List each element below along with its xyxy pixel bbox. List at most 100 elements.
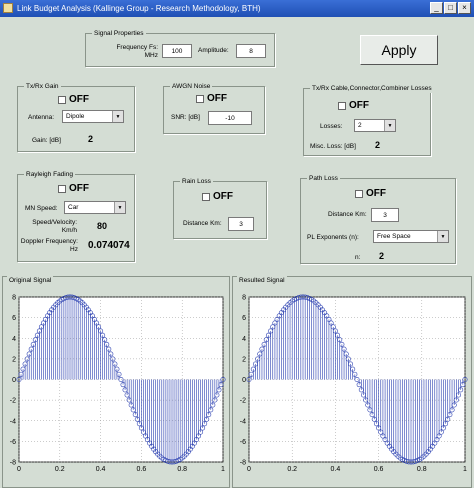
checkbox-icon[interactable] [58,184,66,193]
doppler-label-line1: Doppler Frequency: [20,238,78,245]
misc-loss-label: Misc. Loss: [dB] [310,143,356,150]
y-tick-label: -6 [240,439,246,446]
doppler-value: 0.074074 [88,240,130,251]
maximize-button[interactable]: □ [444,2,457,14]
frequency-input[interactable]: 100 [162,44,192,58]
doppler-label-unit: Hz [70,246,78,253]
y-tick-label: 2 [242,356,246,363]
speed-label-line1: Speed/Velocity: [32,219,77,226]
txrx-gain-toggle[interactable]: OFF [58,94,89,105]
awgn-toggle[interactable]: OFF [196,93,227,104]
signal-properties-title: Signal Properties [92,29,146,38]
pl-exponent-select-value: Free Space [377,233,411,240]
original-signal-panel: Original Signal 8 6 4 2 0 -2 -4 -6 -8 0 0.2 0.4 0.6 0… [2,276,230,488]
signal-properties-panel: Signal Properties Frequency Fs: MHz 100 … [85,29,275,67]
pl-exponent-label: PL Exponents (n): [307,234,359,241]
path-loss-off-label: OFF [366,188,386,199]
pl-exponent-select[interactable]: Free Space ▼ [373,230,449,243]
minimize-button[interactable]: _ [430,2,443,14]
n-value: 2 [379,251,385,261]
y-tick-label: -4 [240,418,246,425]
antenna-select-value: Dipole [66,113,85,120]
snr-input[interactable]: -10 [208,111,252,125]
awgn-off-label: OFF [207,93,227,104]
losses-label: Losses: [320,123,343,130]
x-tick-label: 0.4 [96,466,106,473]
rayleigh-fading-title: Rayleigh Fading [24,170,75,179]
y-tick-label: 0 [242,377,246,384]
amplitude-input[interactable]: 8 [236,44,266,58]
frequency-label-line1: Frequency Fs: [116,44,158,51]
speed-value: 80 [97,221,108,231]
misc-loss-value: 2 [375,140,381,150]
close-button[interactable]: × [458,2,471,14]
x-tick-label: 0.2 [55,466,65,473]
x-tick-label: 1 [463,466,467,473]
rayleigh-toggle[interactable]: OFF [58,183,89,194]
x-tick-label: 0.4 [331,466,341,473]
path-loss-toggle[interactable]: OFF [355,188,386,199]
ms-speed-select-value: Car [68,204,79,211]
rain-distance-input[interactable]: 3 [228,217,254,231]
x-tick-label: 0.6 [137,466,147,473]
x-tick-label: 0.6 [374,466,384,473]
x-tick-label: 0.2 [287,466,297,473]
chevron-down-icon[interactable]: ▼ [112,111,123,122]
window-title: Link Budget Analysis (Kallinge Group - R… [17,4,261,13]
rain-loss-toggle[interactable]: OFF [202,191,233,202]
txrx-gain-title: Tx/Rx Gain [24,82,61,91]
cable-losses-title: Tx/Rx Cable,Connector,Combiner Losses [310,84,434,93]
ms-speed-select[interactable]: Car ▼ [64,201,126,214]
x-tick-label: 1 [221,466,225,473]
txrx-gain-off-label: OFF [69,94,89,105]
snr-label: SNR: [dB] [171,114,200,121]
antenna-select[interactable]: Dipole ▼ [62,110,124,123]
cable-losses-panel: Tx/Rx Cable,Connector,Combiner Losses OF… [303,84,434,156]
chevron-down-icon[interactable]: ▼ [384,120,395,131]
y-tick-label: 8 [12,295,16,302]
original-signal-title: Original Signal [7,276,54,285]
checkbox-icon[interactable] [202,192,210,201]
ms-speed-label: MN Speed: [25,205,58,212]
frequency-label-unit: MHz [144,52,158,59]
checkbox-icon[interactable] [196,94,204,103]
n-label: n: [355,254,361,261]
checkbox-icon[interactable] [338,101,346,110]
speed-label-unit: Km/h [61,227,77,234]
y-tick-label: 0 [12,377,16,384]
y-tick-label: -8 [240,460,246,467]
cable-losses-off-label: OFF [349,100,369,111]
txrx-gain-panel: Tx/Rx Gain OFF Antenna: Dipole ▼ Gain: [… [17,82,135,152]
y-tick-label: -4 [10,418,16,425]
frequency-label: Frequency Fs: MHz [106,44,158,60]
chevron-down-icon[interactable]: ▼ [437,231,448,242]
path-distance-input[interactable]: 3 [371,208,399,222]
original-signal-chart: 86420-2-4-6-80 0.2 0.4 0.6 0.8 1 [10,295,226,473]
rain-distance-label: Distance Km: [183,220,222,227]
y-tick-label: 8 [242,295,246,302]
checkbox-icon[interactable] [58,95,66,104]
rain-loss-title: Rain Loss [180,177,213,186]
losses-select-value: 2 [358,122,362,129]
x-tick-label: 0 [247,466,251,473]
y-tick-label: 4 [242,336,246,343]
awgn-noise-panel: AWGN Noise OFF SNR: [dB] -10 [163,82,265,134]
amplitude-label: Amplitude: [198,47,229,54]
resulted-signal-title: Resulted Signal [237,276,287,285]
cable-losses-toggle[interactable]: OFF [338,100,369,111]
checkbox-icon[interactable] [355,189,363,198]
path-loss-panel: Path Loss OFF Distance Km: 3 PL Exponent… [300,174,456,264]
path-loss-title: Path Loss [307,174,340,183]
antenna-label: Antenna: [28,114,55,121]
y-tick-label: -8 [10,460,16,467]
y-tick-label: 2 [12,356,16,363]
x-tick-label: 0.8 [177,466,187,473]
rayleigh-off-label: OFF [69,183,89,194]
losses-select[interactable]: 2 ▼ [354,119,396,132]
gain-label: Gain: [dB] [32,137,61,144]
y-tick-label: 4 [12,336,16,343]
chevron-down-icon[interactable]: ▼ [114,202,125,213]
apply-button[interactable]: Apply [360,35,438,65]
x-tick-label: 0.8 [417,466,427,473]
awgn-noise-title: AWGN Noise [170,82,213,91]
